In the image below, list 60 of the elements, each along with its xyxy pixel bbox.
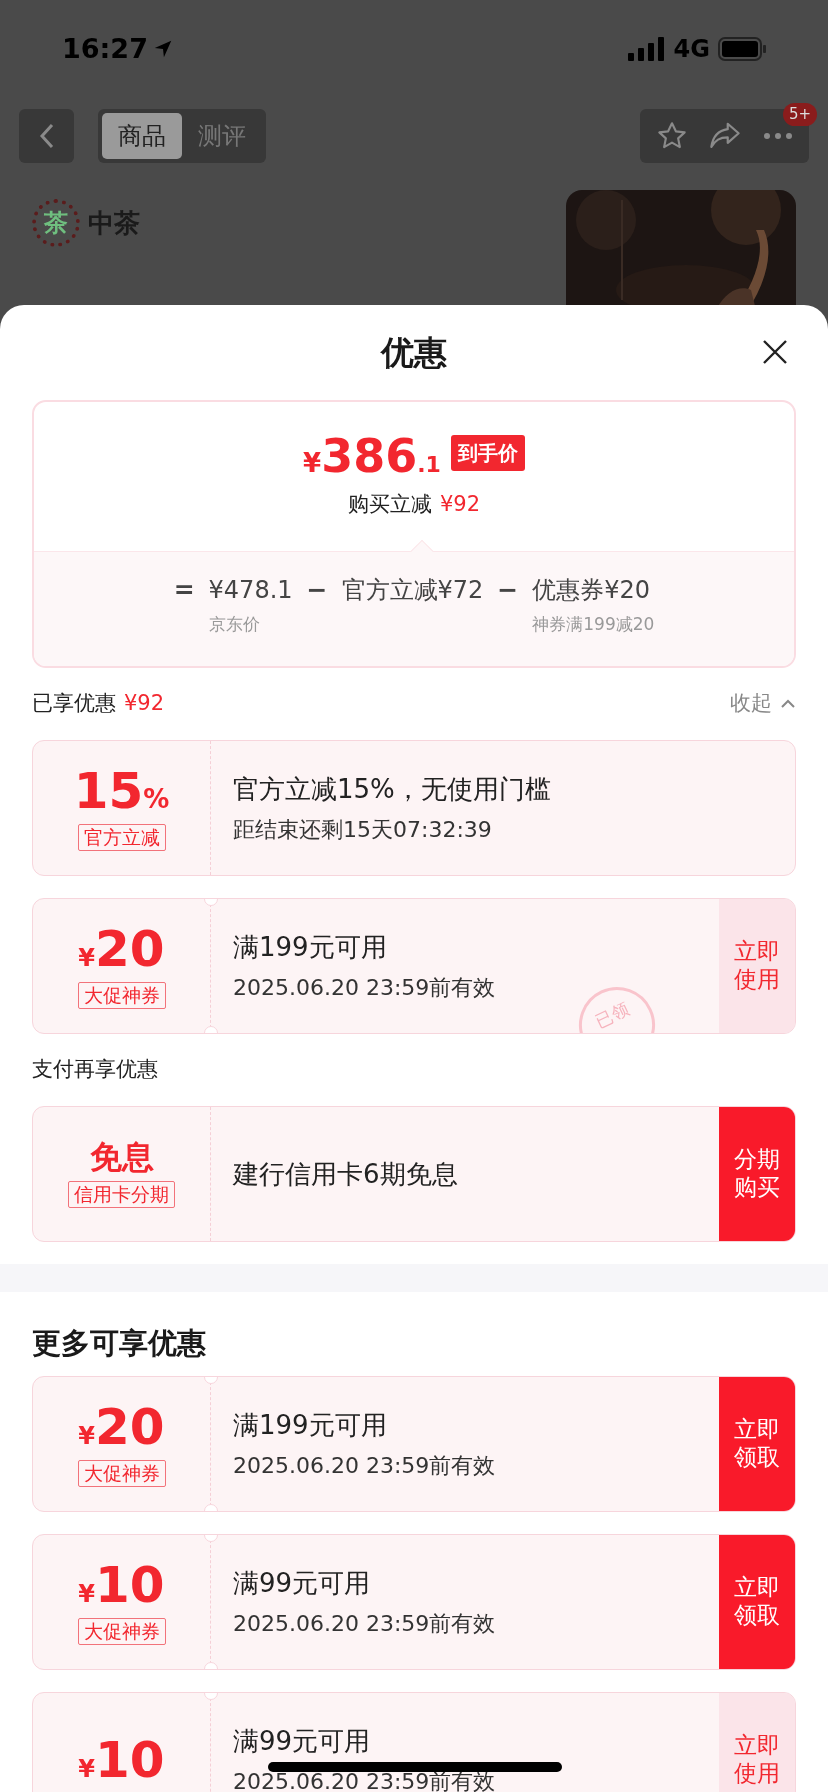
claim-button[interactable]: 立即领取 — [719, 1377, 795, 1511]
share-icon[interactable] — [708, 121, 743, 151]
more-icon[interactable] — [762, 132, 793, 140]
saving-label: 购买立减 — [347, 490, 432, 518]
formula-term: ¥478.1 — [208, 575, 293, 606]
coupon-title: 满99元可用 — [233, 1725, 372, 1758]
formula-note: 神券满199减20 — [532, 613, 655, 636]
collapse-toggle[interactable]: 收起 — [730, 688, 796, 720]
final-price: ¥386.1 — [303, 432, 441, 479]
close-button[interactable] — [762, 339, 788, 365]
coupon-value: 免息 — [89, 1140, 154, 1173]
tab[interactable]: 测评 — [182, 113, 262, 159]
signal-icon — [627, 37, 666, 61]
coupon-title: 官方立减15%，无使用门槛 — [233, 773, 552, 806]
sheet-title: 优惠 — [381, 331, 447, 374]
discount-value: 15% — [73, 765, 170, 816]
section-title: 已享优惠 — [32, 690, 116, 718]
back-button[interactable] — [19, 109, 74, 163]
coupon-tag: 大促神券 — [77, 981, 166, 1009]
use-button[interactable]: 立即使用 — [719, 899, 795, 1033]
coupon-validity: 2025.06.20 23:59前有效 — [233, 1451, 497, 1479]
section-title: 支付再享优惠 — [32, 1056, 158, 1084]
chevron-up-icon — [780, 699, 796, 709]
coupon-value: ¥10 — [78, 1559, 165, 1610]
coupon-title: 满199元可用 — [233, 1409, 388, 1442]
saving-amount: ¥92 — [439, 490, 481, 518]
coupon-tag: 信用卡分期 — [68, 1180, 175, 1208]
coupon-tag: 官方立减 — [77, 823, 166, 851]
coupon-title: 满199元可用 — [233, 931, 388, 964]
coupon-value: ¥10 — [78, 1735, 165, 1785]
formula-operator: − — [306, 574, 328, 606]
formula-operator: − — [497, 574, 519, 606]
coupon-title: 建行信用卡6期免息 — [233, 1157, 459, 1191]
notification-badge: 5+ — [782, 103, 817, 126]
use-button[interactable]: 立即使用 — [719, 1693, 795, 1792]
coupon-validity: 距结束还剩15天07:32:39 — [233, 815, 493, 843]
coupon-validity: 2025.06.20 23:59前有效 — [233, 1767, 497, 1792]
coupon-validity: 2025.06.20 23:59前有效 — [233, 973, 497, 1001]
coupon-tag: 大促神券 — [77, 1617, 166, 1645]
clock: 16:27 — [62, 31, 148, 66]
coupon-tag: 大促神券 — [77, 1459, 166, 1487]
coupon-validity: 2025.06.20 23:59前有效 — [233, 1609, 497, 1637]
price-tag: 到手价 — [450, 434, 525, 471]
coupon-value: ¥20 — [78, 923, 165, 974]
section-amount: ¥92 — [124, 690, 165, 718]
formula-operator: = — [173, 574, 195, 606]
formula-term: 优惠券¥20 — [532, 575, 652, 606]
claim-button[interactable]: 分期购买 — [719, 1107, 795, 1241]
brand-logo-icon: 茶 — [32, 199, 80, 247]
claim-button[interactable]: 立即领取 — [719, 1535, 795, 1669]
formula-note: 京东价 — [208, 613, 261, 636]
network-label: 4G — [673, 34, 710, 65]
section-title: 更多可享优惠 — [32, 1325, 206, 1363]
coupon-value: ¥20 — [78, 1401, 165, 1452]
formula-term: 官方立减¥72 — [341, 575, 484, 606]
close-icon — [762, 339, 788, 365]
coupon-title: 满99元可用 — [233, 1567, 372, 1600]
back-icon — [38, 123, 55, 149]
battery-icon — [718, 37, 766, 61]
tab[interactable]: 商品 — [102, 113, 182, 159]
